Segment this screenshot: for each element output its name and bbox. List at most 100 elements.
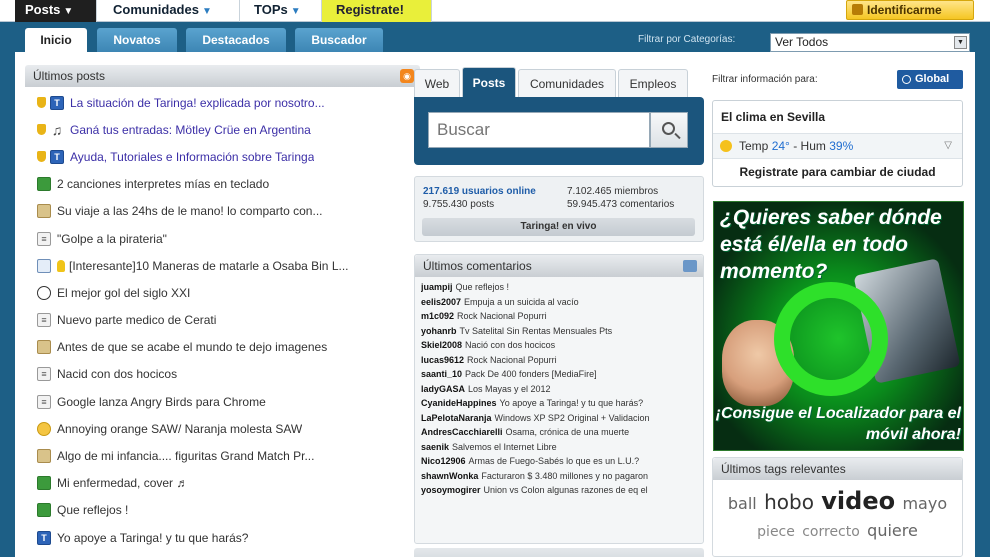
tag-link[interactable]: hobo	[764, 490, 814, 514]
search-input[interactable]	[428, 112, 650, 148]
comment-user-link[interactable]: saanti_10	[421, 369, 462, 379]
localizador-ad-banner[interactable]: ¿Quieres saber dónde está él/ella en tod…	[713, 201, 964, 451]
post-title-link[interactable]: Nacid con dos hocicos	[57, 367, 177, 381]
post-item[interactable]: ≡ Nacid con dos hocicos	[25, 361, 420, 388]
post-title-link[interactable]: [Interesante]10 Maneras de matarle a Osa…	[69, 259, 349, 273]
comment-post-link[interactable]: Los Mayas y el 2012	[468, 384, 551, 394]
comment-user-link[interactable]: LaPelotaNaranja	[421, 413, 492, 423]
nav-tops-menu[interactable]: TOPs ▼	[240, 0, 322, 22]
post-title-link[interactable]: Mi enfermedad, cover ♬	[57, 476, 188, 490]
post-title-link[interactable]: La situación de Taringa! explicada por n…	[70, 96, 325, 110]
comment-user-link[interactable]: CyanideHappines	[421, 398, 497, 408]
weather-row[interactable]: Temp 24° - Hum 39% ▽	[713, 133, 962, 159]
comment-user-link[interactable]: ladyGASA	[421, 384, 465, 394]
comment-post-link[interactable]: Armas de Fuego-Sabés lo que es un L.U.?	[469, 456, 640, 466]
tab-buscador[interactable]: Buscador	[295, 28, 383, 52]
comment-user-link[interactable]: yosoymogirer	[421, 485, 481, 495]
post-item[interactable]: ≡ Google lanza Angry Birds para Chrome	[25, 388, 420, 415]
comment-post-link[interactable]: Windows XP SP2 Original + Validacion	[495, 413, 650, 423]
post-title-link[interactable]: Google lanza Angry Birds para Chrome	[57, 395, 266, 409]
comment-post-link[interactable]: Facturaron $ 3.480 millones y no pagaron	[481, 471, 648, 481]
comment-post-link[interactable]: Tv Satelital Sin Rentas Mensuales Pts	[460, 326, 613, 336]
nav-posts-menu[interactable]: Posts ▼	[15, 0, 97, 22]
comment-post-link[interactable]: Rock Nacional Popurri	[467, 355, 557, 365]
comment-post-link[interactable]: Empuja a un suicida al vacío	[464, 297, 579, 307]
post-item[interactable]: 2 canciones interpretes mías en teclado	[25, 171, 420, 198]
comments-icon[interactable]	[683, 260, 697, 272]
post-title-link[interactable]: Que reflejos !	[57, 503, 128, 517]
comment-user-link[interactable]: Nico12906	[421, 456, 466, 466]
tab-destacados[interactable]: Destacados	[186, 28, 286, 52]
comment-post-link[interactable]: Pack De 400 fonders [MediaFire]	[465, 369, 597, 379]
comment-user-link[interactable]: yohanrb	[421, 326, 457, 336]
post-title-link[interactable]: Antes de que se acabe el mundo te dejo i…	[57, 340, 327, 354]
comment-post-link[interactable]: Que reflejos !	[456, 282, 510, 292]
post-title-link[interactable]: El mejor gol del siglo XXI	[57, 286, 190, 300]
post-item[interactable]: ♫ Ganá tus entradas: Mötley Crüe en Argen…	[25, 116, 420, 143]
post-title-link[interactable]: "Golpe a la pirateria"	[57, 232, 167, 246]
post-item[interactable]: Antes de que se acabe el mundo te dejo i…	[25, 334, 420, 361]
tag-link[interactable]: ball	[728, 494, 757, 513]
post-item[interactable]: T Ayuda, Tutoriales e Información sobre T…	[25, 143, 420, 170]
post-item[interactable]: ≡ "Golpe a la pirateria"	[25, 225, 420, 252]
search-tab-posts[interactable]: Posts	[462, 67, 516, 97]
comment-user-link[interactable]: Skiel2008	[421, 340, 462, 350]
tag-link[interactable]: piece	[757, 524, 795, 540]
post-list: T La situación de Taringa! explicada por …	[25, 87, 420, 551]
post-item[interactable]: Su viaje a las 24hs de le mano! lo compa…	[25, 198, 420, 225]
post-item[interactable]: Mi enfermedad, cover ♬	[25, 470, 420, 497]
post-title-link[interactable]: Su viaje a las 24hs de le mano! lo compa…	[57, 204, 322, 218]
tag-link[interactable]: video	[821, 487, 895, 515]
post-item[interactable]: El mejor gol del siglo XXI	[25, 279, 420, 306]
post-title-link[interactable]: Ayuda, Tutoriales e Información sobre Ta…	[70, 150, 314, 164]
search-button[interactable]	[650, 112, 688, 148]
search-tab-comunidades[interactable]: Comunidades	[518, 69, 616, 97]
comment-post-link[interactable]: Salvemos el Internet Libre	[452, 442, 557, 452]
comment-user-link[interactable]: saenik	[421, 442, 449, 452]
comment-post-link[interactable]: Nació con dos hocicos	[465, 340, 555, 350]
tab-inicio[interactable]: Inicio	[25, 28, 87, 52]
post-item[interactable]: T Yo apoye a Taringa! y tu que harás?	[25, 524, 420, 551]
taringa-live-button[interactable]: Taringa! en vivo	[422, 218, 695, 236]
comment-user-link[interactable]: lucas9612	[421, 355, 464, 365]
comment-post-link[interactable]: Osama, crónica de una muerte	[506, 427, 630, 437]
post-title-link[interactable]: Algo de mi infancia.... figuritas Grand …	[57, 449, 314, 463]
post-title-link[interactable]: 2 canciones interpretes mías en teclado	[57, 177, 269, 191]
video-icon	[37, 177, 51, 192]
comment-user-link[interactable]: juampij	[421, 282, 453, 292]
comment-post-link[interactable]: Union vs Colon algunas razones de eq el	[484, 485, 648, 495]
tag-link[interactable]: quiere	[867, 521, 918, 540]
comment-item: juampij Que reflejos !	[421, 282, 703, 297]
comment-user-link[interactable]: eelis2007	[421, 297, 461, 307]
category-filter-select[interactable]: Ver Todos ▼	[770, 33, 970, 52]
registrate-button[interactable]: Registrate!	[322, 0, 432, 22]
post-title-link[interactable]: Nuevo parte medico de Cerati	[57, 313, 216, 327]
weather-register-link[interactable]: Registrate para cambiar de ciudad	[713, 165, 962, 179]
post-title-link[interactable]: Ganá tus entradas: Mötley Crüe en Argent…	[70, 123, 311, 137]
post-title-link[interactable]: Yo apoye a Taringa! y tu que harás?	[57, 531, 248, 545]
identificarme-button[interactable]: Identificarme	[846, 0, 974, 20]
comment-user-link[interactable]: m1c092	[421, 311, 454, 321]
post-item[interactable]: Algo de mi infancia.... figuritas Grand …	[25, 442, 420, 469]
post-item[interactable]: [Interesante]10 Maneras de matarle a Osa…	[25, 252, 420, 279]
search-tab-web[interactable]: Web	[414, 69, 460, 97]
post-item[interactable]: Annoying orange SAW/ Naranja molesta SAW	[25, 415, 420, 442]
global-button[interactable]: Global	[897, 70, 963, 89]
tag-link[interactable]: mayo	[902, 494, 947, 513]
post-title-link[interactable]: Annoying orange SAW/ Naranja molesta SAW	[57, 422, 302, 436]
tag-link[interactable]: correcto	[802, 524, 860, 540]
search-tab-empleos[interactable]: Empleos	[618, 69, 688, 97]
tab-novatos[interactable]: Novatos	[97, 28, 177, 52]
nav-comunidades-menu[interactable]: Comunidades ▼	[97, 0, 240, 22]
comment-post-link[interactable]: Rock Nacional Popurri	[457, 311, 547, 321]
post-item[interactable]: Que reflejos !	[25, 497, 420, 524]
comment-user-link[interactable]: shawnWonka	[421, 471, 478, 481]
post-item[interactable]: T La situación de Taringa! explicada por …	[25, 89, 420, 116]
post-item[interactable]: ≡ Nuevo parte medico de Cerati	[25, 307, 420, 334]
users-online-link[interactable]: 217.619 usuarios online	[423, 186, 536, 197]
comment-post-link[interactable]: Yo apoye a Taringa! y tu que harás?	[500, 398, 644, 408]
comment-user-link[interactable]: AndresCacchiarelli	[421, 427, 503, 437]
rss-icon[interactable]: ◉	[400, 69, 414, 83]
chevron-down-icon[interactable]: ▽	[944, 134, 952, 158]
comment-item: AndresCacchiarelli Osama, crónica de una …	[421, 427, 703, 442]
